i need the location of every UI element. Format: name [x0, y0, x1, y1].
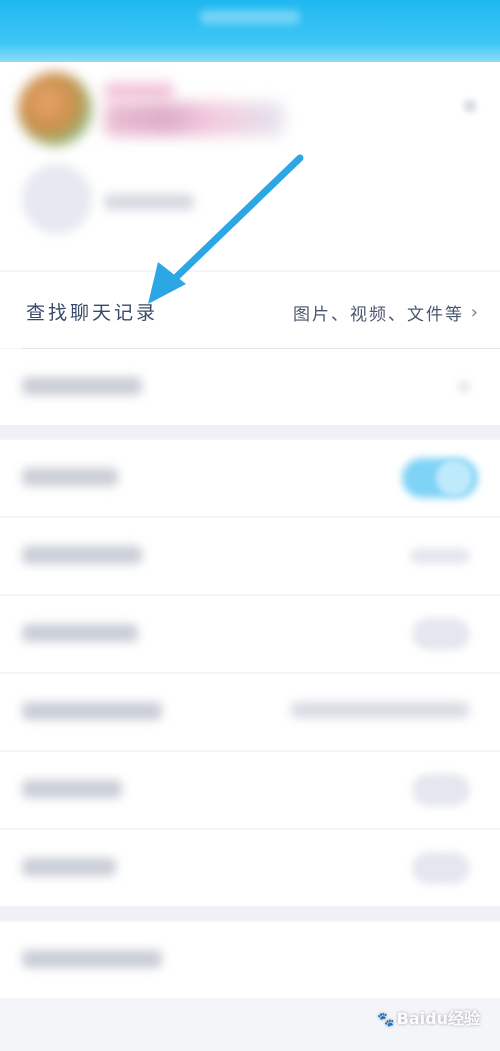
blurred-subtitle — [104, 194, 194, 210]
blurred-label — [22, 858, 116, 876]
blurred-label — [22, 780, 122, 798]
toggle-switch[interactable] — [412, 852, 470, 884]
avatar[interactable] — [18, 72, 92, 146]
top-bar — [0, 0, 500, 62]
blurred-label — [22, 468, 118, 486]
group-avatar[interactable] — [22, 164, 92, 234]
watermark-text: Baidu经验 — [396, 1009, 480, 1028]
blurred-label — [22, 702, 162, 720]
settings-row-blurred[interactable] — [0, 349, 500, 425]
blurred-label — [22, 624, 138, 642]
blurred-tag — [104, 82, 174, 100]
section-separator — [0, 425, 500, 439]
toggle-switch[interactable] — [412, 618, 470, 650]
settings-row-blurred[interactable] — [0, 674, 500, 750]
search-chat-history-row[interactable]: 查找聊天记录 图片、视频、文件等 › — [0, 272, 500, 348]
baidu-paw-icon: 🐾 — [377, 1012, 395, 1028]
blurred-label — [22, 546, 142, 564]
settings-row-blurred[interactable] — [0, 596, 500, 672]
settings-row-blurred[interactable] — [0, 518, 500, 594]
blurred-label — [22, 950, 162, 968]
search-chat-history-label: 查找聊天记录 — [26, 302, 159, 324]
settings-row-toggle[interactable] — [0, 440, 500, 516]
blurred-value — [410, 548, 470, 564]
settings-row-blurred[interactable] — [0, 922, 500, 998]
section-separator — [0, 906, 500, 920]
blurred-value — [290, 702, 470, 718]
blurred-name — [104, 102, 284, 136]
baidu-watermark: 🐾 Baidu经验 — [377, 1005, 480, 1029]
search-hint-text: 图片、视频、文件等 — [293, 305, 464, 325]
settings-row-blurred[interactable] — [0, 752, 500, 828]
chevron-right-icon: › — [470, 302, 478, 323]
profile-card[interactable] — [0, 62, 500, 270]
toggle-knob — [436, 460, 472, 496]
toggle-switch[interactable] — [412, 774, 470, 806]
settings-row-blurred[interactable] — [0, 830, 500, 906]
blurred-title — [200, 10, 300, 24]
chevron-right-icon[interactable] — [464, 100, 476, 112]
blurred-label — [22, 377, 142, 395]
chevron-right-icon — [458, 381, 470, 393]
